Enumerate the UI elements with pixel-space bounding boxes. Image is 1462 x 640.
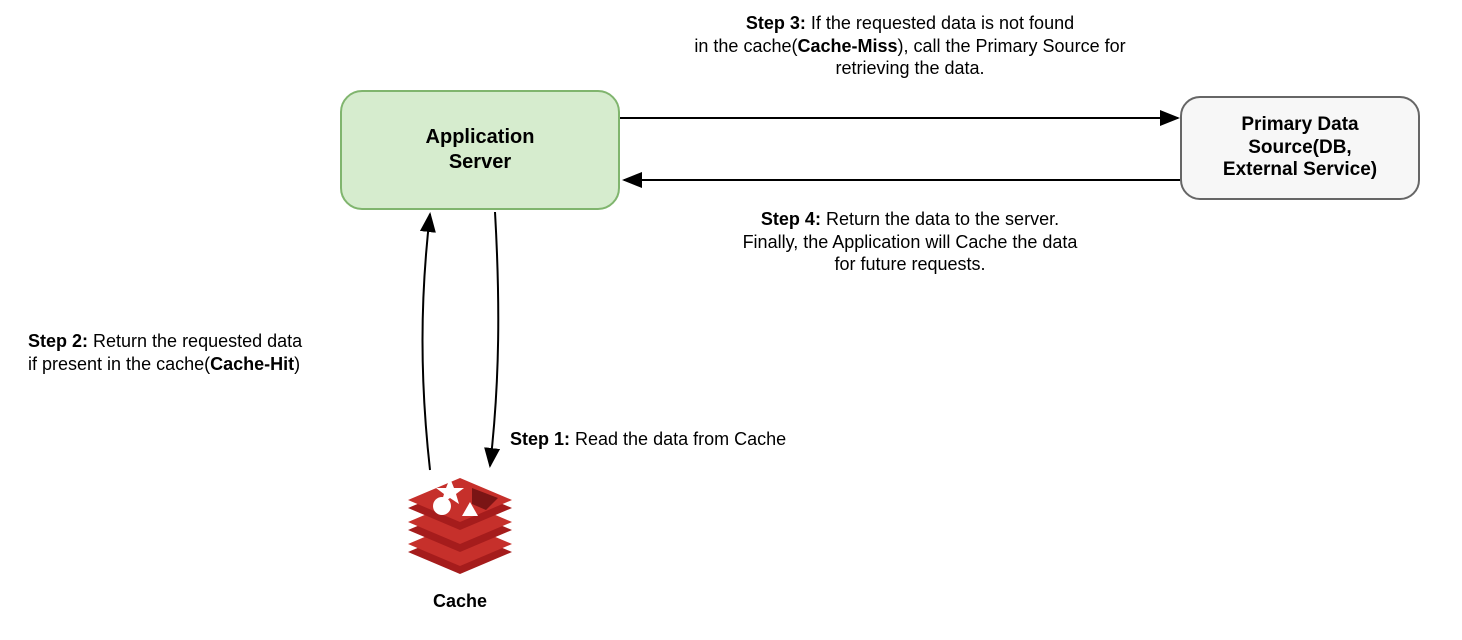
redis-icon xyxy=(400,460,520,580)
step3-t1: If the requested data is not found xyxy=(806,13,1074,33)
step-3-text: Step 3: If the requested data is not fou… xyxy=(640,12,1180,80)
cache-label: Cache xyxy=(400,591,520,612)
step4-t1: Return the data to the server. xyxy=(821,209,1059,229)
application-server-node: ApplicationServer xyxy=(340,90,620,210)
step2-t2b: Cache-Hit xyxy=(210,354,294,374)
step3-bold: Step 3: xyxy=(746,13,806,33)
primary-data-source-node: Primary DataSource(DB,External Service) xyxy=(1180,96,1420,200)
application-server-label: ApplicationServer xyxy=(426,125,535,175)
step2-t1: Return the requested data xyxy=(88,331,302,351)
step-4-text: Step 4: Return the data to the server. F… xyxy=(640,208,1180,276)
step-1-text: Step 1: Read the data from Cache xyxy=(510,428,830,451)
step3-t3: retrieving the data. xyxy=(835,58,984,78)
step4-bold: Step 4: xyxy=(761,209,821,229)
step3-t2a: in the cache( xyxy=(694,36,797,56)
step-2-text: Step 2: Return the requested data if pre… xyxy=(28,330,378,375)
step2-bold: Step 2: xyxy=(28,331,88,351)
arrow-step2 xyxy=(423,214,431,470)
step1-bold: Step 1: xyxy=(510,429,570,449)
step2-t2a: if present in the cache( xyxy=(28,354,210,374)
step4-t3: for future requests. xyxy=(834,254,985,274)
step2-t2c: ) xyxy=(294,354,300,374)
primary-data-source-label: Primary DataSource(DB,External Service) xyxy=(1223,114,1377,182)
cache-node: Cache xyxy=(400,460,520,625)
step1-t: Read the data from Cache xyxy=(570,429,786,449)
step3-t2b: Cache-Miss xyxy=(797,36,897,56)
step3-t2c: ), call the Primary Source for xyxy=(898,36,1126,56)
step4-t2: Finally, the Application will Cache the … xyxy=(743,232,1078,252)
arrow-step1 xyxy=(490,212,498,466)
